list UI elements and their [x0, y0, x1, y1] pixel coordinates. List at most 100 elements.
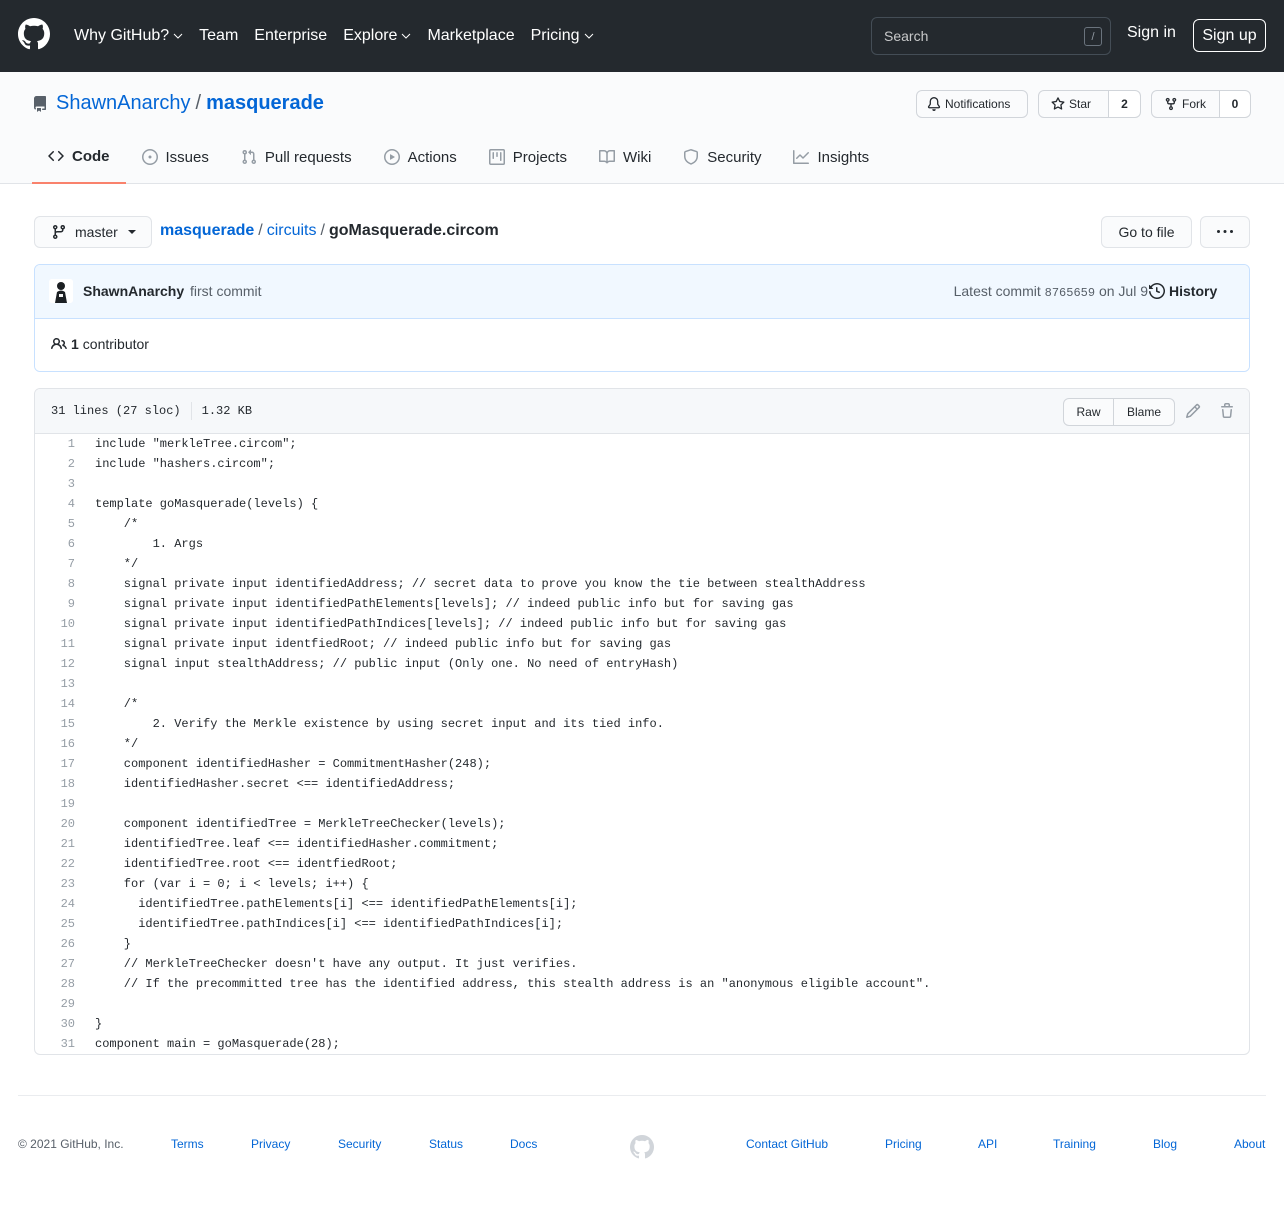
- star-count[interactable]: 2: [1109, 90, 1141, 118]
- file-size: 1.32 KB: [201, 404, 253, 418]
- line-number[interactable]: 12: [35, 654, 85, 674]
- repo-owner-link[interactable]: ShawnAnarchy: [56, 92, 191, 115]
- line-number[interactable]: 31: [35, 1034, 85, 1054]
- line-number[interactable]: 30: [35, 1014, 85, 1034]
- trash-icon[interactable]: [1219, 403, 1235, 419]
- line-number[interactable]: 9: [35, 594, 85, 614]
- notifications-button[interactable]: Notifications: [916, 90, 1028, 118]
- repo-name-link[interactable]: masquerade: [206, 92, 324, 115]
- code-line: 14 /*: [35, 694, 1249, 714]
- commit-sha-link[interactable]: 8765659: [1045, 286, 1095, 300]
- avatar[interactable]: [49, 279, 73, 303]
- line-number[interactable]: 6: [35, 534, 85, 554]
- footer-link-about[interactable]: About: [1234, 1137, 1265, 1151]
- pencil-icon[interactable]: [1185, 403, 1201, 419]
- footer-link-privacy[interactable]: Privacy: [251, 1137, 290, 1151]
- code-line: 7 */: [35, 554, 1249, 574]
- tab-code[interactable]: Code: [32, 130, 126, 184]
- main-nav: Why GitHub? Team Enterprise Explore Marketpl…: [74, 0, 610, 72]
- line-number[interactable]: 20: [35, 814, 85, 834]
- line-number[interactable]: 15: [35, 714, 85, 734]
- code-line: 1 include "merkleTree.circom";: [35, 434, 1249, 454]
- search-input[interactable]: Search /: [871, 17, 1111, 55]
- more-options-button[interactable]: [1200, 216, 1250, 248]
- raw-button[interactable]: Raw: [1063, 398, 1114, 426]
- go-to-file-button[interactable]: Go to file: [1101, 216, 1192, 248]
- sign-up-button[interactable]: Sign up: [1193, 19, 1266, 52]
- tab-security[interactable]: Security: [667, 130, 777, 184]
- footer-link-training[interactable]: Training: [1053, 1137, 1096, 1151]
- footer-link-pricing[interactable]: Pricing: [885, 1137, 922, 1151]
- tab-pull-requests[interactable]: Pull requests: [225, 130, 368, 184]
- breadcrumb: masquerade / circuits / goMasquerade.cir…: [160, 222, 499, 240]
- line-number[interactable]: 8: [35, 574, 85, 594]
- commit-message-link[interactable]: first commit: [190, 283, 262, 299]
- line-number[interactable]: 24: [35, 894, 85, 914]
- footer-link-blog[interactable]: Blog: [1153, 1137, 1177, 1151]
- breadcrumb-repo-link[interactable]: masquerade: [160, 222, 254, 240]
- line-number[interactable]: 13: [35, 674, 85, 694]
- history-link[interactable]: History: [1149, 283, 1249, 299]
- repo-title: ShawnAnarchy / masquerade: [32, 92, 324, 115]
- line-number[interactable]: 18: [35, 774, 85, 794]
- footer-link-docs[interactable]: Docs: [510, 1137, 537, 1151]
- line-number[interactable]: 19: [35, 794, 85, 814]
- commit-author-link[interactable]: ShawnAnarchy: [83, 283, 184, 299]
- code-line: 5 /*: [35, 514, 1249, 534]
- nav-item-marketplace[interactable]: Marketplace: [427, 27, 514, 45]
- star-button[interactable]: Star: [1038, 90, 1109, 118]
- nav-item-label: Team: [199, 27, 239, 44]
- code-line: 8 signal private input identifiedAddress…: [35, 574, 1249, 594]
- blame-button[interactable]: Blame: [1114, 398, 1175, 426]
- line-number[interactable]: 7: [35, 554, 85, 574]
- footer-link-contact-github[interactable]: Contact GitHub: [746, 1137, 828, 1151]
- footer-link-status[interactable]: Status: [429, 1137, 463, 1151]
- tab-wiki[interactable]: Wiki: [583, 130, 667, 184]
- fork-count[interactable]: 0: [1220, 90, 1251, 118]
- line-number[interactable]: 27: [35, 954, 85, 974]
- branch-select-button[interactable]: master: [34, 216, 152, 248]
- contributors-link[interactable]: 1 contributor: [51, 336, 149, 352]
- line-number[interactable]: 3: [35, 474, 85, 494]
- tab-issues[interactable]: Issues: [126, 130, 225, 184]
- nav-item-team[interactable]: Team: [199, 27, 238, 45]
- commit-meta: Latest commit 8765659 on Jul 9: [954, 283, 1148, 300]
- footer-link-security[interactable]: Security: [338, 1137, 381, 1151]
- tab-projects[interactable]: Projects: [473, 130, 583, 184]
- code-line: 25 identifiedTree.pathIndices[i] <== ide…: [35, 914, 1249, 934]
- line-number[interactable]: 14: [35, 694, 85, 714]
- code-line: 26 }: [35, 934, 1249, 954]
- nav-item-explore[interactable]: Explore: [343, 27, 411, 45]
- tab-actions[interactable]: Actions: [368, 130, 473, 184]
- github-mark-icon[interactable]: [630, 1135, 654, 1159]
- line-number[interactable]: 11: [35, 634, 85, 654]
- line-number[interactable]: 10: [35, 614, 85, 634]
- github-logo-icon[interactable]: [18, 18, 50, 50]
- breadcrumb-dir-link[interactable]: circuits: [267, 222, 317, 240]
- line-number[interactable]: 2: [35, 454, 85, 474]
- line-number[interactable]: 26: [35, 934, 85, 954]
- fork-button[interactable]: Fork: [1151, 90, 1220, 118]
- line-number[interactable]: 23: [35, 874, 85, 894]
- nav-item-enterprise[interactable]: Enterprise: [254, 27, 327, 45]
- line-number[interactable]: 28: [35, 974, 85, 994]
- breadcrumb-separator: /: [320, 222, 325, 239]
- tab-insights[interactable]: Insights: [777, 130, 885, 184]
- code-line: 15 2. Verify the Merkle existence by usi…: [35, 714, 1249, 734]
- nav-item-why-github[interactable]: Why GitHub?: [74, 27, 183, 45]
- sign-in-link[interactable]: Sign in: [1127, 24, 1176, 42]
- footer-link-api[interactable]: API: [978, 1137, 997, 1151]
- branch-label: master: [75, 224, 118, 240]
- nav-item-pricing[interactable]: Pricing: [531, 27, 594, 45]
- line-number[interactable]: 1: [35, 434, 85, 454]
- line-number[interactable]: 22: [35, 854, 85, 874]
- line-number[interactable]: 21: [35, 834, 85, 854]
- line-number[interactable]: 25: [35, 914, 85, 934]
- code-line: 23 for (var i = 0; i < levels; i++) {: [35, 874, 1249, 894]
- footer-link-terms[interactable]: Terms: [171, 1137, 204, 1151]
- line-number[interactable]: 17: [35, 754, 85, 774]
- line-number[interactable]: 5: [35, 514, 85, 534]
- line-number[interactable]: 29: [35, 994, 85, 1014]
- line-number[interactable]: 4: [35, 494, 85, 514]
- line-number[interactable]: 16: [35, 734, 85, 754]
